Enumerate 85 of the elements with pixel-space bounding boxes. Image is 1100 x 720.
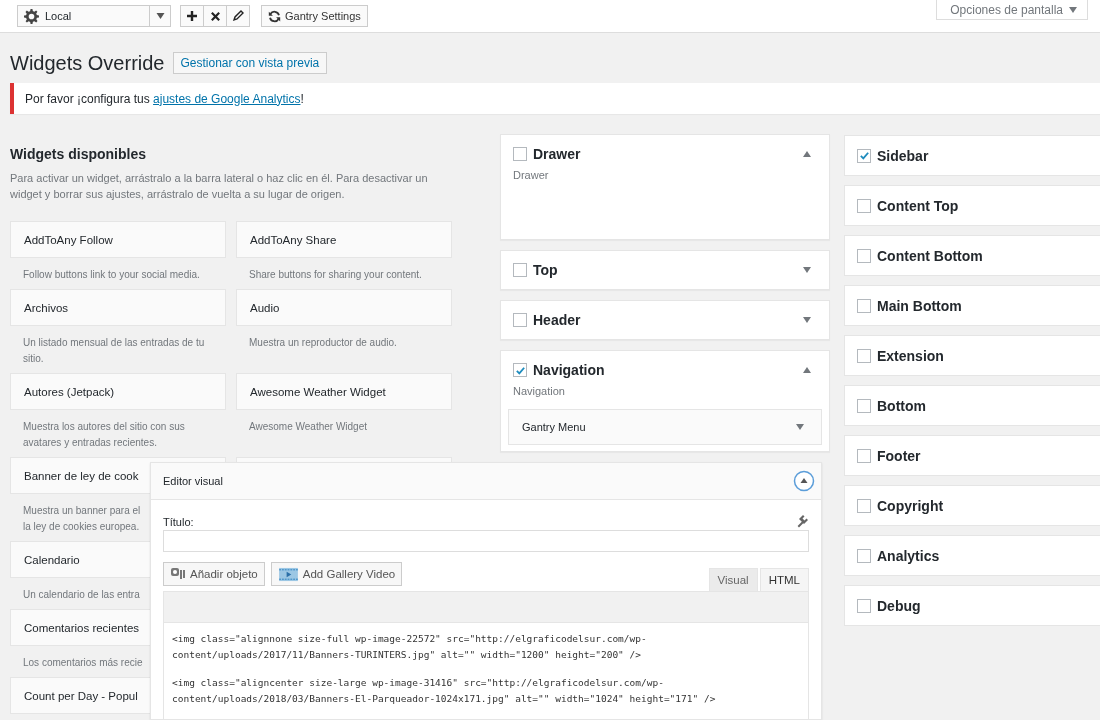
widget-item[interactable]: Autores (Jetpack) xyxy=(10,373,226,410)
widget-description: Awesome Weather Widget xyxy=(249,420,368,434)
checkbox[interactable] xyxy=(857,498,871,513)
widget-description: Muestra los autores del sitio con sus xyxy=(23,420,185,434)
close-icon xyxy=(209,10,221,22)
sidebar-description: Navigation xyxy=(513,385,566,397)
sidebar-title[interactable]: Sidebar xyxy=(877,147,1100,164)
screen-options-button[interactable]: Opciones de pantalla xyxy=(936,0,1088,20)
checkbox[interactable] xyxy=(513,263,527,277)
widget-description: Muestra un banner para el xyxy=(23,504,141,518)
collapse-arrow-icon[interactable] xyxy=(803,151,811,157)
sidebar-title[interactable]: Top xyxy=(533,262,797,278)
editor-tab[interactable]: Visual xyxy=(708,568,758,591)
widget-description: Share buttons for sharing your content. xyxy=(249,268,422,282)
widget-item[interactable]: Awesome Weather Widget xyxy=(236,373,452,410)
sidebar-title[interactable]: Extension xyxy=(877,347,1100,364)
widget-item[interactable]: Audio xyxy=(236,289,452,326)
add-video-button[interactable]: Add Gallery Video xyxy=(270,562,403,586)
sidebar-title[interactable]: Navigation xyxy=(533,362,797,378)
field-label: Título: xyxy=(163,516,194,528)
sidebar-title[interactable]: Drawer xyxy=(533,146,797,162)
checkbox[interactable] xyxy=(857,348,871,363)
checkbox[interactable] xyxy=(513,363,527,377)
checkbox[interactable] xyxy=(857,448,871,463)
sidebar-title[interactable]: Footer xyxy=(877,447,1100,464)
sidebar-title[interactable]: Content Top xyxy=(877,197,1100,214)
manage-preview-button[interactable]: Gestionar con vista previa xyxy=(172,52,328,74)
section-heading: Widgets disponibles xyxy=(10,146,147,162)
widget-description: Un listado mensual de las entradas de tu xyxy=(23,336,205,350)
html-editor[interactable] xyxy=(163,591,809,720)
title-input[interactable] xyxy=(163,530,809,552)
notice-text: Por favor ¡configura tus ajustes de Google Analytics! xyxy=(25,91,304,106)
gear-icon xyxy=(24,8,39,24)
checkbox[interactable] xyxy=(513,313,527,327)
widget-description: Los comentarios más recie xyxy=(23,656,143,670)
widget-item[interactable]: Archivos xyxy=(10,289,226,326)
delete-button[interactable] xyxy=(203,5,227,27)
location-select[interactable]: Local xyxy=(17,5,171,27)
media-icon xyxy=(170,567,186,581)
sidebar-title[interactable]: Copyright xyxy=(877,497,1100,514)
expand-arrow-icon[interactable] xyxy=(803,317,811,323)
collapse-button[interactable] xyxy=(793,470,815,492)
widget-item[interactable]: Gantry Menu xyxy=(508,409,822,445)
sidebar-title[interactable]: Analytics xyxy=(877,547,1100,564)
expand-arrow-icon[interactable] xyxy=(796,424,804,430)
checkbox[interactable] xyxy=(857,548,871,563)
editor-tab[interactable]: HTML xyxy=(759,568,809,591)
checkbox[interactable] xyxy=(513,147,527,161)
widget-item[interactable]: AddToAny Share xyxy=(236,221,452,258)
sidebar-title[interactable]: Bottom xyxy=(877,397,1100,414)
widget-item[interactable]: AddToAny Follow xyxy=(10,221,226,258)
edit-button[interactable] xyxy=(226,5,250,27)
widget-description: Un calendario de las entra xyxy=(23,588,140,602)
checkbox[interactable] xyxy=(857,398,871,413)
plus-icon xyxy=(186,10,198,22)
gantry-settings-button[interactable]: Gantry Settings xyxy=(261,5,368,27)
film-icon xyxy=(277,566,299,582)
checkbox[interactable] xyxy=(857,198,871,213)
widget-description: avatares y entradas recientes. xyxy=(23,436,157,450)
sidebar-title[interactable]: Main Bottom xyxy=(877,297,1100,314)
add-media-button[interactable]: Añadir objeto xyxy=(163,562,265,586)
add-button[interactable] xyxy=(180,5,204,27)
widget-description: sitio. xyxy=(23,352,44,366)
pencil-icon xyxy=(232,10,244,22)
collapse-arrow-icon[interactable] xyxy=(803,367,811,373)
widget-description: Follow buttons link to your social media. xyxy=(23,268,200,282)
sidebar-title[interactable]: Header xyxy=(533,312,797,328)
section-description: Para activar un widget, arrástralo a la barra lateral o haz clic en él. Para desactivar un widget y borrar sus ajustes, arrástralo de vuelta a su lugar de origen. xyxy=(10,171,429,202)
widget-description: Muestra un reproductor de audio. xyxy=(249,336,397,350)
checkbox[interactable] xyxy=(857,248,871,263)
refresh-icon xyxy=(268,9,281,23)
sidebar-title[interactable]: Content Bottom xyxy=(877,247,1100,264)
dialog-title: Editor visual xyxy=(163,475,223,487)
checkbox[interactable] xyxy=(857,598,871,613)
dropdown-arrow-icon xyxy=(155,13,165,19)
checkbox[interactable] xyxy=(857,298,871,313)
dropdown-arrow-icon xyxy=(1069,6,1077,13)
widget-description: la ley de cookies europea. xyxy=(23,520,140,534)
code-line: content/uploads/2017/11/Banners-TURINTERS.jpg" alt="" width="1200" height="200" /> xyxy=(172,648,642,662)
sidebar-title[interactable]: Debug xyxy=(877,597,1100,614)
checkbox[interactable] xyxy=(857,148,871,163)
page-title: Widgets Override xyxy=(10,51,165,75)
plug-icon[interactable] xyxy=(795,514,809,528)
sidebar-description: Drawer xyxy=(513,169,550,181)
expand-arrow-icon[interactable] xyxy=(803,267,811,273)
